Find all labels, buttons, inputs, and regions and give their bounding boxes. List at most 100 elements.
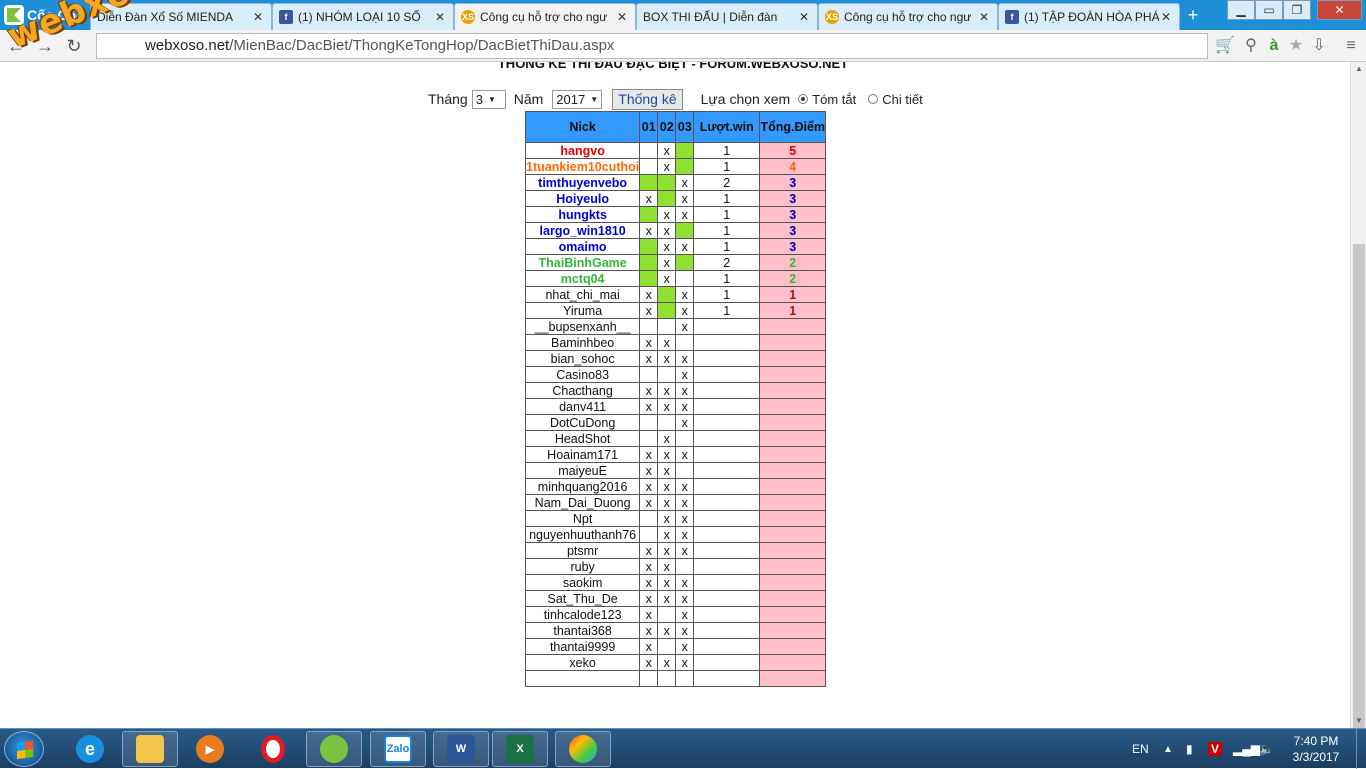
bookmark-star-icon[interactable]: ★ [1285, 35, 1307, 57]
start-button[interactable] [4, 731, 44, 767]
browser-tab[interactable]: XS Công cụ hỗ trợ cho ngư ✕ [818, 3, 998, 30]
points-cell [759, 574, 827, 591]
day-1-cell: x [639, 222, 659, 239]
day-3-cell: x [675, 190, 695, 207]
tab-close-icon[interactable]: ✕ [1159, 10, 1173, 24]
summary-radio[interactable] [798, 94, 809, 104]
day-1-cell [639, 158, 659, 175]
detail-radio[interactable] [868, 94, 879, 104]
volume-icon[interactable]: 🔈 [1259, 729, 1274, 769]
maximize-button[interactable]: ❐ [1283, 0, 1311, 20]
tab-close-icon[interactable]: ✕ [977, 10, 991, 24]
points-cell: 2 [759, 270, 827, 287]
network-signal-icon[interactable]: ▂▄▆ [1233, 729, 1260, 769]
shopping-cart-icon[interactable]: 🛒 [1214, 35, 1236, 57]
minimize-button[interactable]: ▁ [1227, 0, 1255, 20]
day-3-cell [675, 558, 695, 575]
day-3-cell: x [675, 590, 695, 607]
tab-label: (1) TẬP ĐOÀN HÒA PHÁ [1024, 10, 1159, 24]
browser-tab[interactable]: f (1) TẬP ĐOÀN HÒA PHÁ ✕ [998, 3, 1180, 30]
day-3-cell: x [675, 638, 695, 655]
scroll-down-icon[interactable]: ▼ [1351, 714, 1366, 728]
browser-tab[interactable]: BOX THI ĐẤU | Diễn đàn ✕ [636, 3, 818, 30]
taskbar-explorer[interactable] [122, 731, 178, 767]
browser-toolbar: ← → ↻ webxoso.net/MienBac/DacBiet/ThongK… [0, 30, 1366, 62]
show-desktop-button[interactable] [1356, 729, 1366, 769]
browser-tab-bar: Cốc Cốc Diễn Đàn Xổ Số MIENDA ✕ f (1) NHÓM … [0, 0, 1366, 30]
reload-icon[interactable]: ↻ [62, 34, 86, 58]
year-select[interactable]: 2017 ▼ [552, 89, 603, 109]
zalo-icon: Zalo [384, 735, 412, 763]
taskbar-paint[interactable] [555, 731, 611, 767]
search-icon[interactable]: ⚲ [1240, 35, 1262, 57]
table-row: minhquang2016 x x x [524, 478, 827, 495]
page-title: THỐNG KÊ THI ĐẤU ĐẶC BIỆT - FORUM.WEBXOS… [497, 62, 849, 71]
points-cell: 3 [759, 238, 827, 255]
table-header-row: Nick 01 02 03 Lượt.win Tổng.Điểm [524, 111, 827, 143]
taskbar-excel[interactable]: X [492, 731, 548, 767]
taskbar-media[interactable]: ▶ [182, 731, 238, 767]
nick-cell: ptsmr [524, 542, 641, 559]
windows-taskbar: e ▶ Zalo W X EN ▲ ▮ V ▂▄▆ 🔈 7:40 PM 3/3/… [0, 728, 1366, 769]
tab-close-icon[interactable]: ✕ [433, 10, 447, 24]
detail-label[interactable]: Chi tiết [882, 92, 922, 107]
taskbar-word[interactable]: W [433, 731, 489, 767]
url-path: /MienBac/DacBiet/ThongKeTongHop/DacBietT… [229, 37, 615, 54]
nick-cell: ruby [524, 558, 641, 575]
close-window-button[interactable]: ✕ [1317, 0, 1362, 20]
scroll-thumb[interactable] [1353, 244, 1365, 732]
day-1-cell: x [639, 606, 659, 623]
browser-tab[interactable]: f (1) NHÓM LOẠI 10 SỐ ✕ [272, 3, 454, 30]
day-3-cell [675, 334, 695, 351]
tab-close-icon[interactable]: ✕ [251, 10, 265, 24]
taskbar-zalo[interactable]: Zalo [370, 731, 426, 767]
day-1-cell [639, 206, 659, 223]
day-3-cell: x [675, 174, 695, 191]
day-3-cell [675, 430, 695, 447]
wins-cell [693, 638, 761, 655]
table-row: hungkts x x 1 3 [524, 206, 827, 223]
header-nick: Nick [524, 111, 641, 143]
wins-cell: 1 [693, 270, 761, 287]
stats-button[interactable]: Thống kê [612, 88, 683, 110]
tab-label: Công cụ hỗ trợ cho ngư [480, 10, 608, 24]
taskbar-opera[interactable] [245, 731, 301, 767]
taskbar-coccoc[interactable] [306, 731, 362, 767]
wins-cell: 1 [693, 222, 761, 239]
day-1-cell [639, 414, 659, 431]
scroll-up-icon[interactable]: ▲ [1351, 62, 1366, 76]
month-select[interactable]: 3 ▼ [471, 89, 506, 109]
nick-cell: __bupsenxanh__ [524, 318, 641, 335]
antivirus-icon[interactable]: V [1208, 742, 1223, 756]
points-cell [759, 654, 827, 671]
tab-close-icon[interactable]: ✕ [797, 10, 811, 24]
language-indicator[interactable]: EN [1132, 729, 1149, 769]
chevron-down-icon: ▼ [487, 94, 496, 104]
tray-arrow-icon[interactable]: ▲ [1163, 729, 1173, 769]
nick-cell: Npt [524, 510, 641, 527]
facebook-icon: f [279, 10, 293, 24]
day-2-cell [657, 606, 677, 623]
dictionary-icon[interactable]: à [1263, 35, 1285, 57]
day-1-cell [639, 510, 659, 527]
summary-label[interactable]: Tóm tắt [812, 92, 856, 107]
browser-tab[interactable]: XS Công cụ hỗ trợ cho ngư ✕ [454, 3, 636, 30]
day-3-cell: x [675, 366, 695, 383]
points-cell [759, 638, 827, 655]
taskbar-ie[interactable]: e [62, 731, 118, 767]
vertical-scrollbar[interactable]: ▲ ▼ [1350, 62, 1366, 732]
tab-close-icon[interactable]: ✕ [615, 10, 629, 24]
day-1-cell: x [639, 350, 659, 367]
points-cell [759, 366, 827, 383]
points-cell: 1 [759, 286, 827, 303]
address-bar[interactable]: webxoso.net/MienBac/DacBiet/ThongKeTongH… [96, 33, 1208, 59]
download-icon[interactable]: ⇩ [1308, 35, 1330, 57]
system-clock[interactable]: 7:40 PM 3/3/2017 [1284, 733, 1348, 765]
day-2-cell: x [657, 510, 677, 527]
day-3-cell: x [675, 350, 695, 367]
restore-icon[interactable]: ▭ [1255, 0, 1283, 20]
table-row: thantai9999 x x [524, 638, 827, 655]
menu-icon[interactable]: ≡ [1340, 35, 1362, 57]
battery-icon[interactable]: ▮ [1186, 729, 1193, 769]
new-tab-button[interactable]: + [1182, 6, 1204, 26]
